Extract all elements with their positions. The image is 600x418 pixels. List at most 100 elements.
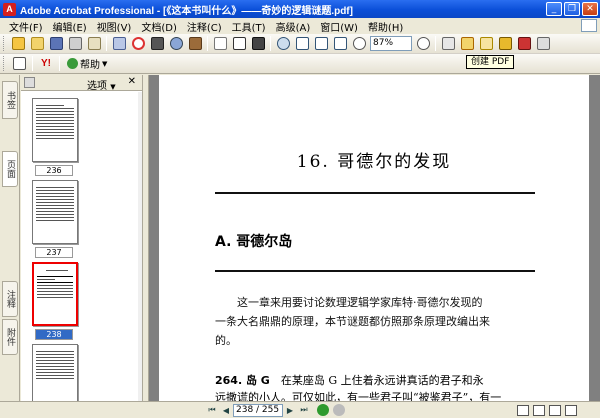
help-icon bbox=[67, 58, 78, 69]
paragraph-line: 一条大名鼎鼎的原理，本节谜题都仿照那条原理改编出来 bbox=[215, 315, 490, 328]
toolbar-grip[interactable] bbox=[3, 56, 6, 71]
menu-tools[interactable]: 工具(T) bbox=[227, 19, 271, 34]
window-controls: _ ❐ ✕ bbox=[546, 2, 598, 16]
fit-page-button[interactable] bbox=[312, 35, 330, 52]
thumbnail-list[interactable]: 236 237 238 239 bbox=[21, 92, 139, 401]
tab-attachments[interactable]: 附件 bbox=[2, 319, 18, 355]
next-page-button[interactable]: ▶ bbox=[283, 404, 297, 417]
options-label: 选项 bbox=[87, 81, 107, 92]
zoom-out-button[interactable] bbox=[350, 35, 368, 52]
rotate-icon bbox=[441, 37, 455, 50]
back-view-button[interactable] bbox=[317, 404, 329, 416]
tooltip: 创建 PDF bbox=[466, 55, 515, 69]
print-button[interactable] bbox=[66, 35, 84, 52]
pdf-page: 16. 哥德尔的发现 A. 哥德尔岛 这一章来用要讨论数理逻辑学家库特·哥德尔发… bbox=[159, 75, 589, 404]
page-thumbnail[interactable] bbox=[32, 344, 78, 401]
page-thumbnail[interactable] bbox=[32, 98, 78, 162]
restore-button[interactable]: ❐ bbox=[564, 2, 580, 16]
secure-button[interactable] bbox=[110, 35, 128, 52]
menu-document[interactable]: 文档(D) bbox=[136, 19, 182, 34]
tab-pages[interactable]: 页面 bbox=[2, 151, 18, 187]
menu-edit[interactable]: 编辑(E) bbox=[48, 19, 92, 34]
attachment-icon bbox=[188, 37, 202, 50]
facing-layout-icon[interactable] bbox=[549, 404, 561, 416]
edit-button[interactable] bbox=[458, 35, 476, 52]
create-pdf-button[interactable] bbox=[9, 35, 27, 52]
search-button[interactable] bbox=[167, 35, 185, 52]
paragraph-line: 的。 bbox=[215, 334, 237, 347]
actual-size-button[interactable] bbox=[293, 35, 311, 52]
forms-button[interactable] bbox=[534, 35, 552, 52]
delete-page-icon[interactable] bbox=[24, 77, 35, 88]
single-page-layout-icon[interactable] bbox=[517, 404, 529, 416]
open-button[interactable] bbox=[28, 35, 46, 52]
sign-button[interactable] bbox=[129, 35, 147, 52]
zoom-in-button[interactable] bbox=[414, 35, 432, 52]
stamp-icon bbox=[131, 37, 145, 50]
pages-dropdown-button[interactable] bbox=[10, 55, 28, 72]
puzzle-line-text: 在某座岛 G 上住着永远讲真话的君子和永 bbox=[280, 374, 484, 387]
status-bar: ⏮ ◀ 238 / 255 页 ▶ ⏭ bbox=[0, 401, 600, 418]
zoom-in-icon bbox=[416, 37, 430, 50]
document-area[interactable]: 16. 哥德尔的发现 A. 哥德尔岛 这一章来用要讨论数理逻辑学家库特·哥德尔发… bbox=[149, 75, 600, 404]
toolbar-separator bbox=[32, 56, 33, 71]
window-title: Adobe Acrobat Professional - [《这本书叫什么》——… bbox=[20, 5, 353, 17]
zoom-input[interactable]: 87% bbox=[370, 36, 412, 51]
yahoo-icon: Y! bbox=[41, 58, 51, 69]
camera-icon bbox=[251, 37, 265, 50]
snapshot-button[interactable] bbox=[249, 35, 267, 52]
menu-help[interactable]: 帮助(H) bbox=[363, 19, 408, 34]
options-button[interactable]: 选项 ▼ bbox=[87, 77, 116, 92]
minimize-button[interactable]: _ bbox=[546, 2, 562, 16]
find-button[interactable] bbox=[148, 35, 166, 52]
menu-window[interactable]: 窗口(W) bbox=[315, 19, 363, 34]
chevron-down-icon: ▼ bbox=[102, 59, 108, 68]
page-thumbnail-selected[interactable] bbox=[32, 262, 78, 326]
help-search-box[interactable] bbox=[581, 19, 597, 32]
attach-button[interactable] bbox=[186, 35, 204, 52]
email-button[interactable] bbox=[85, 35, 103, 52]
page-thumbnail[interactable] bbox=[32, 180, 78, 244]
email-icon bbox=[87, 37, 101, 50]
page-number-field[interactable]: 238 / 255 页 bbox=[233, 403, 283, 417]
yahoo-button[interactable]: Y! bbox=[37, 55, 55, 72]
menu-comments[interactable]: 注释(C) bbox=[182, 19, 227, 34]
open-folder-icon bbox=[30, 37, 44, 50]
binoculars-icon bbox=[150, 37, 164, 50]
lock-button[interactable] bbox=[496, 35, 514, 52]
tab-bookmarks[interactable]: 书签 bbox=[2, 81, 18, 119]
forward-view-button[interactable] bbox=[333, 404, 345, 416]
close-button[interactable]: ✕ bbox=[582, 2, 598, 16]
last-page-button[interactable]: ⏭ bbox=[297, 404, 311, 417]
continuous-facing-layout-icon[interactable] bbox=[565, 404, 577, 416]
pages-panel-header: 选项 ▼ ✕ bbox=[21, 75, 142, 92]
save-button[interactable] bbox=[47, 35, 65, 52]
continuous-layout-icon[interactable] bbox=[533, 404, 545, 416]
previous-page-button[interactable]: ◀ bbox=[219, 404, 233, 417]
review-button[interactable] bbox=[477, 35, 495, 52]
panel-close-button[interactable]: ✕ bbox=[128, 76, 136, 87]
first-page-button[interactable]: ⏮ bbox=[205, 404, 219, 417]
page-icon bbox=[12, 57, 26, 70]
rotate-button[interactable] bbox=[439, 35, 457, 52]
menu-advanced[interactable]: 高级(A) bbox=[271, 19, 316, 34]
sign-document-button[interactable] bbox=[515, 35, 533, 52]
help-button[interactable]: 帮助 ▼ bbox=[64, 56, 110, 71]
review-icon bbox=[479, 37, 493, 50]
fit-width-button[interactable] bbox=[331, 35, 349, 52]
menu-bar: 文件(F) 编辑(E) 视图(V) 文档(D) 注释(C) 工具(T) 高级(A… bbox=[0, 18, 600, 34]
tab-comments[interactable]: 注释 bbox=[2, 281, 18, 317]
panel-scrollbar[interactable] bbox=[138, 92, 142, 401]
save-icon bbox=[49, 37, 63, 50]
help-label: 帮助 bbox=[80, 60, 100, 71]
toolbar-grip[interactable] bbox=[3, 36, 6, 51]
menu-view[interactable]: 视图(V) bbox=[92, 19, 137, 34]
zoom-tool-button[interactable] bbox=[274, 35, 292, 52]
hand-tool-button[interactable] bbox=[211, 35, 229, 52]
thumbnail-label: 236 bbox=[35, 165, 73, 176]
last-page-icon: ⏭ bbox=[300, 405, 308, 414]
previous-page-icon: ◀ bbox=[222, 405, 230, 415]
menu-file[interactable]: 文件(F) bbox=[4, 19, 48, 34]
select-tool-button[interactable] bbox=[230, 35, 248, 52]
lock-icon bbox=[498, 37, 512, 50]
